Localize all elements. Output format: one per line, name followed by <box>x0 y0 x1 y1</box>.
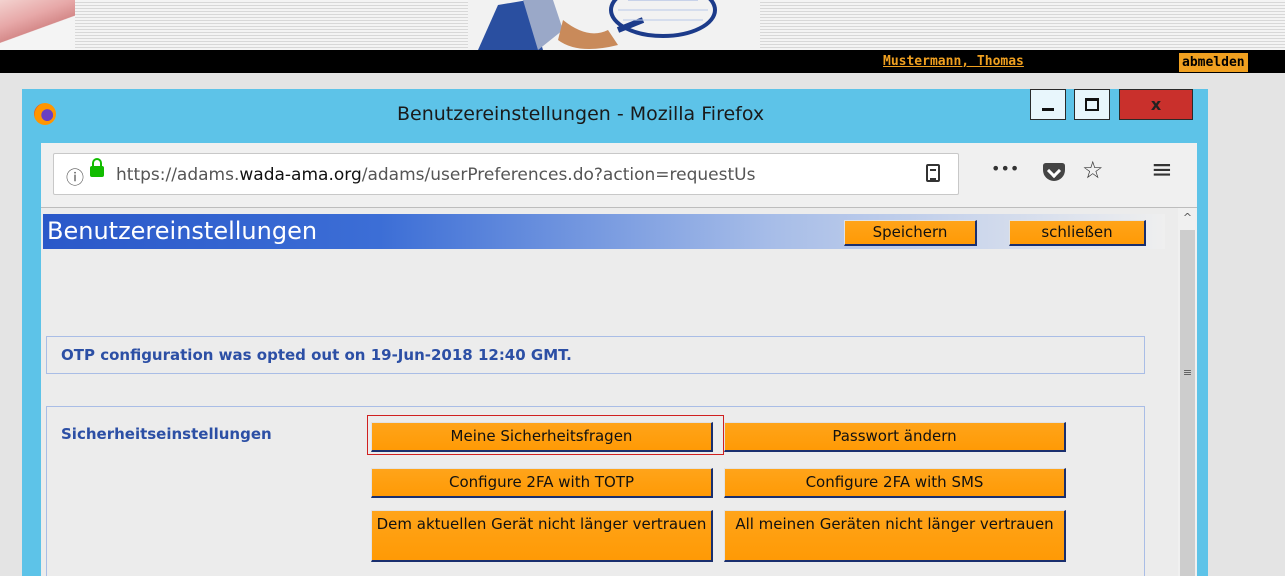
banner-decoration <box>0 0 75 50</box>
pocket-icon[interactable] <box>1043 163 1065 181</box>
security-settings-label: Sicherheitseinstellungen <box>61 425 272 443</box>
more-actions-icon[interactable]: ••• <box>991 159 1019 178</box>
scrollbar-thumb[interactable]: ≡ <box>1180 230 1195 576</box>
bookmark-star-icon[interactable]: ☆ <box>1082 156 1104 184</box>
page-title: Benutzereinstellungen <box>47 217 318 245</box>
user-name-link[interactable]: Mustermann, Thomas <box>883 54 1024 69</box>
security-settings-box: Sicherheitseinstellungen Meine Sicherhei… <box>46 406 1145 576</box>
minimize-icon <box>1042 108 1054 111</box>
configure-totp-button[interactable]: Configure 2FA with TOTP <box>371 468 713 498</box>
maximize-button[interactable] <box>1074 89 1110 120</box>
user-bar <box>0 50 1285 73</box>
url-text[interactable]: https://adams.wada-ama.org/adams/userPre… <box>116 165 916 185</box>
untrust-current-device-button[interactable]: Dem aktuellen Gerät nicht länger vertrau… <box>371 510 713 562</box>
untrust-all-devices-button[interactable]: All meinen Geräten nicht länger vertraue… <box>724 510 1066 562</box>
configure-sms-button[interactable]: Configure 2FA with SMS <box>724 468 1066 498</box>
change-password-button[interactable]: Passwort ändern <box>724 422 1066 452</box>
firefox-popup-window: Benutzereinstellungen - Mozilla Firefox … <box>22 89 1208 576</box>
lock-icon[interactable] <box>90 158 104 177</box>
info-icon[interactable]: ⓘ <box>66 164 84 190</box>
security-questions-button[interactable]: Meine Sicherheitsfragen <box>371 422 713 452</box>
site-banner <box>0 0 1285 50</box>
logout-button[interactable]: abmelden <box>1179 53 1248 72</box>
close-window-button[interactable]: x <box>1119 89 1193 120</box>
otp-notice: OTP configuration was opted out on 19-Ju… <box>46 336 1145 374</box>
scrollbar-grip-icon: ≡ <box>1182 366 1193 379</box>
scroll-up-arrow-icon[interactable]: ^ <box>1178 208 1197 228</box>
page-content: Benutzereinstellungen Speichern schließe… <box>41 208 1178 576</box>
otp-notice-text: OTP configuration was opted out on 19-Ju… <box>61 346 572 364</box>
window-titlebar[interactable]: Benutzereinstellungen - Mozilla Firefox … <box>22 89 1208 139</box>
page-header: Benutzereinstellungen <box>43 214 1165 249</box>
close-button[interactable]: schließen <box>1009 220 1146 246</box>
save-button[interactable]: Speichern <box>844 220 977 246</box>
banner-photo <box>468 0 760 50</box>
url-toolbar: ⓘ https://adams.wada-ama.org/adams/userP… <box>41 143 1197 208</box>
firefox-icon <box>34 103 56 125</box>
window-title: Benutzereinstellungen - Mozilla Firefox <box>397 103 765 125</box>
reader-view-icon[interactable] <box>926 164 940 182</box>
address-bar[interactable]: ⓘ https://adams.wada-ama.org/adams/userP… <box>53 153 959 195</box>
maximize-icon <box>1085 98 1099 111</box>
vertical-scrollbar[interactable]: ^ ≡ <box>1178 208 1197 576</box>
minimize-button[interactable] <box>1030 89 1066 120</box>
hamburger-menu-icon[interactable]: ≡ <box>1151 155 1173 185</box>
